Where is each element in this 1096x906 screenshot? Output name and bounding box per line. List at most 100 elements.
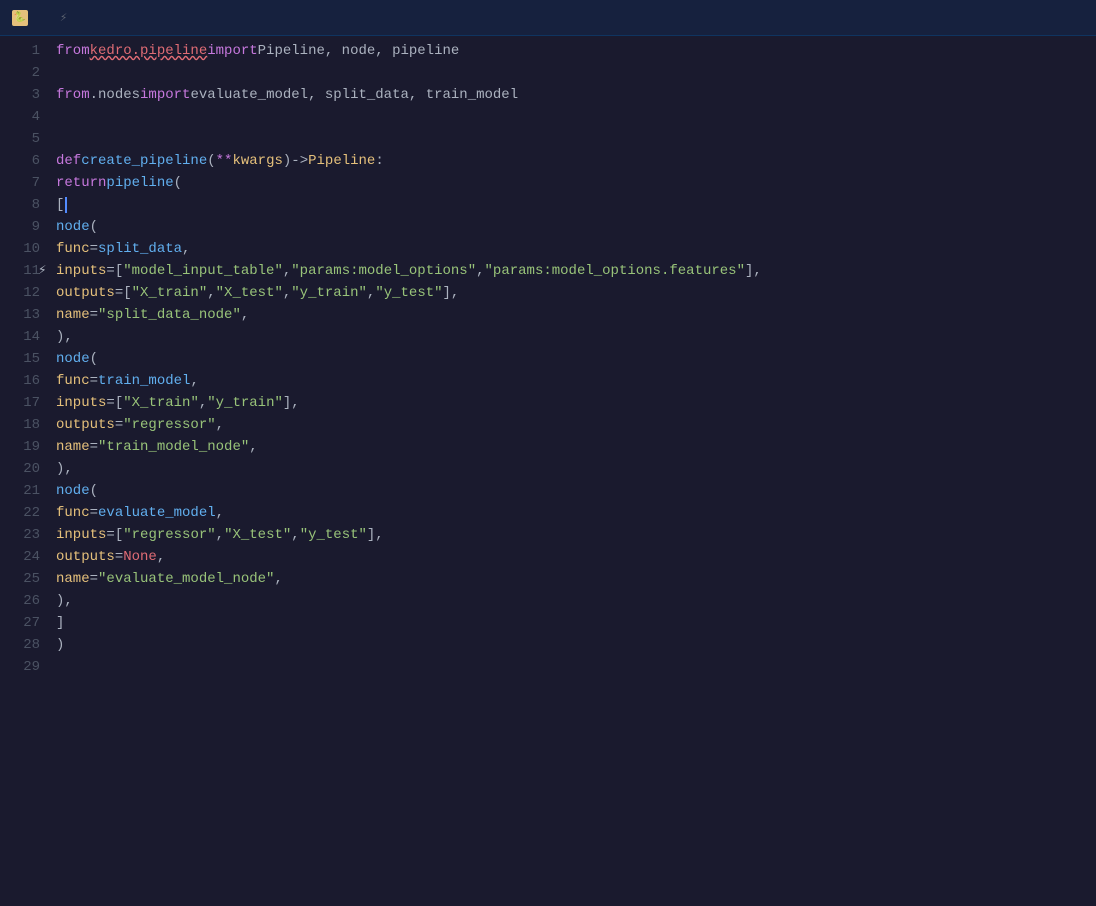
token-kw: import <box>207 40 257 62</box>
code-line: from kedro.pipeline import Pipeline, nod… <box>56 40 1096 62</box>
token-string: "y_test" <box>300 524 367 546</box>
line-number: 14 <box>8 326 40 348</box>
token-kw: def <box>56 150 81 172</box>
token-string: "evaluate_model_node" <box>98 568 274 590</box>
code-line: ), <box>56 590 1096 612</box>
line-number: 27 <box>8 612 40 634</box>
line-number: 25 <box>8 568 40 590</box>
token-attr-name: inputs <box>56 524 106 546</box>
code-line <box>56 62 1096 84</box>
text-cursor <box>65 197 67 213</box>
token-plain: =[ <box>115 282 132 304</box>
token-kw: ** <box>216 150 233 172</box>
token-plain: , <box>157 546 165 568</box>
token-kw: from <box>56 40 90 62</box>
token-attr-name: func <box>56 370 90 392</box>
token-plain: , <box>367 282 375 304</box>
token-attr-name: func <box>56 238 90 260</box>
line-number: 24 <box>8 546 40 568</box>
line-number: 23 <box>8 524 40 546</box>
token-kw: from <box>56 84 90 106</box>
token-arrow: -> <box>291 150 308 172</box>
code-line: inputs=["X_train", "y_train"], <box>56 392 1096 414</box>
line-number: 18 <box>8 414 40 436</box>
token-plain: , <box>476 260 484 282</box>
code-line: ⚡ inputs=["model_input_table", "params:m… <box>56 260 1096 282</box>
token-string: "params:model_options" <box>291 260 476 282</box>
code-line: def create_pipeline(**kwargs) -> Pipelin… <box>56 150 1096 172</box>
code-line: [ <box>56 194 1096 216</box>
code-line: func=split_data, <box>56 238 1096 260</box>
code-line: outputs=None, <box>56 546 1096 568</box>
line-number: 22 <box>8 502 40 524</box>
line-number: 12 <box>8 282 40 304</box>
code-line: name="evaluate_model_node", <box>56 568 1096 590</box>
token-plain: .nodes <box>90 84 140 106</box>
line-number: 4 <box>8 106 40 128</box>
code-line: from .nodes import evaluate_model, split… <box>56 84 1096 106</box>
token-plain: , <box>241 304 249 326</box>
token-plain: , <box>249 436 257 458</box>
token-func-name: train_model <box>98 370 190 392</box>
token-plain: : <box>375 150 383 172</box>
token-plain: ), <box>56 590 73 612</box>
token-plain: =[ <box>106 260 123 282</box>
gutter-icon: ⚡ <box>38 260 46 282</box>
line-number: 15 <box>8 348 40 370</box>
line-number: 20 <box>8 458 40 480</box>
code-line: func=train_model, <box>56 370 1096 392</box>
line-number: 17 <box>8 392 40 414</box>
token-string: "y_train" <box>291 282 367 304</box>
token-plain: ) <box>283 150 291 172</box>
token-string: "X_train" <box>123 392 199 414</box>
line-number: 9 <box>8 216 40 238</box>
token-plain: , <box>274 568 282 590</box>
editor: 1234567891011121314151617181920212223242… <box>0 36 1096 906</box>
token-plain: , <box>291 524 299 546</box>
token-attr-name: outputs <box>56 546 115 568</box>
token-node-func: node <box>56 480 90 502</box>
token-node-func: node <box>56 216 90 238</box>
token-plain: =[ <box>106 392 123 414</box>
token-node-func: node <box>56 348 90 370</box>
line-number: 6 <box>8 150 40 172</box>
token-plain: ], <box>367 524 384 546</box>
token-plain: [ <box>56 194 64 216</box>
code-area[interactable]: from kedro.pipeline import Pipeline, nod… <box>48 36 1096 906</box>
token-string: "regressor" <box>123 414 215 436</box>
function-icon: ⚡ <box>60 10 67 25</box>
token-kw: return <box>56 172 106 194</box>
token-plain: = <box>115 414 123 436</box>
token-plain: = <box>90 436 98 458</box>
token-plain: ], <box>443 282 460 304</box>
token-kw: import <box>140 84 190 106</box>
token-plain: ), <box>56 458 73 480</box>
token-plain: Pipeline, node, pipeline <box>258 40 460 62</box>
token-plain: ( <box>207 150 215 172</box>
code-line: ), <box>56 458 1096 480</box>
line-numbers: 1234567891011121314151617181920212223242… <box>0 36 48 906</box>
code-line: ), <box>56 326 1096 348</box>
token-func-name: pipeline <box>106 172 173 194</box>
line-number: 29 <box>8 656 40 678</box>
code-line: outputs="regressor", <box>56 414 1096 436</box>
code-line <box>56 128 1096 150</box>
line-number: 7 <box>8 172 40 194</box>
token-type: Pipeline <box>308 150 375 172</box>
token-plain: , <box>216 502 224 524</box>
token-string: "split_data_node" <box>98 304 241 326</box>
code-line <box>56 106 1096 128</box>
code-line: ] <box>56 612 1096 634</box>
token-string: "params:model_options.features" <box>485 260 745 282</box>
token-attr-name: name <box>56 568 90 590</box>
token-func-name: create_pipeline <box>81 150 207 172</box>
code-line: outputs=["X_train", "X_test", "y_train",… <box>56 282 1096 304</box>
line-number: 28 <box>8 634 40 656</box>
line-number: 19 <box>8 436 40 458</box>
token-plain: ], <box>745 260 762 282</box>
line-number: 13 <box>8 304 40 326</box>
token-func-name: split_data <box>98 238 182 260</box>
code-line: name="train_model_node", <box>56 436 1096 458</box>
token-plain: ] <box>56 612 64 634</box>
token-plain: = <box>90 370 98 392</box>
